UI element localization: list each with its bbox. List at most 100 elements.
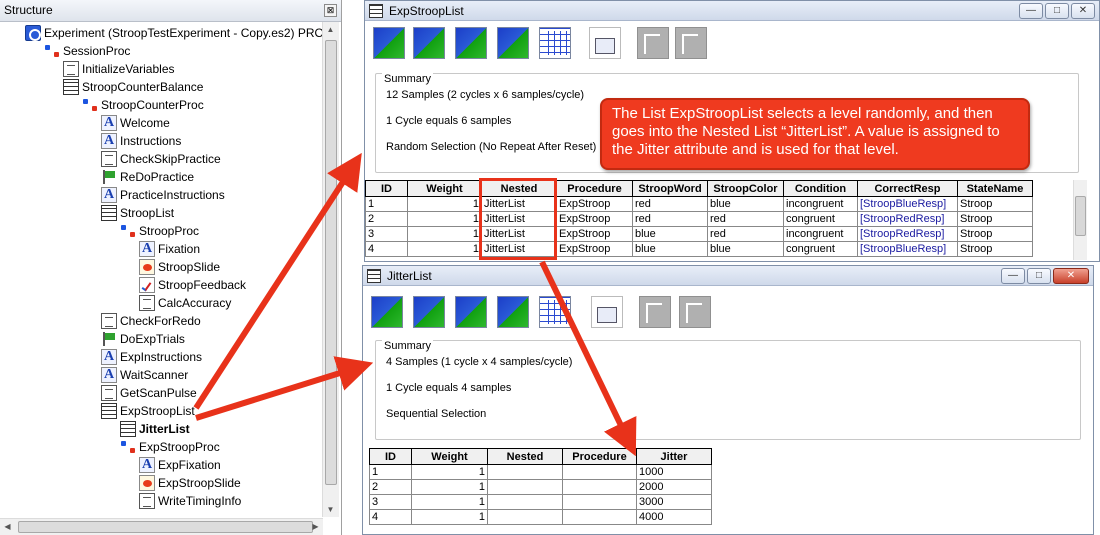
cell-procedure[interactable]: ExpStroop [556, 211, 633, 227]
cell-stroopcolor[interactable]: red [707, 211, 784, 227]
add-multiple-levels-icon[interactable] [413, 27, 445, 59]
column-header-weight[interactable]: Weight [411, 448, 488, 465]
close-icon[interactable]: ✕ [1053, 268, 1089, 284]
cell-weight[interactable]: 1 [407, 226, 482, 242]
scroll-down-icon[interactable]: ▼ [323, 502, 338, 517]
tree-node-strooplist[interactable]: StroopList [101, 203, 174, 221]
cell-jitter[interactable]: 1000 [636, 464, 712, 480]
tree-node-getscanpulse[interactable]: GetScanPulse [101, 383, 197, 401]
cell-weight[interactable]: 1 [411, 479, 488, 495]
minimize-icon[interactable]: — [1001, 268, 1025, 284]
properties-icon[interactable] [591, 296, 623, 328]
cell-id[interactable]: 4 [369, 509, 412, 525]
cell-id[interactable]: 2 [365, 211, 408, 227]
table-row[interactable]: 1 1 1000 [369, 464, 712, 480]
scroll-left-icon[interactable]: ◀ [0, 519, 15, 534]
tree-node-waitscanner[interactable]: WaitScanner [101, 365, 188, 383]
close-icon[interactable]: ⊠ [324, 4, 337, 17]
add-level-icon[interactable] [371, 296, 403, 328]
add-attribute-icon[interactable] [455, 296, 487, 328]
cell-id[interactable]: 2 [369, 479, 412, 495]
tree-node-writetiminginfo[interactable]: WriteTimingInfo [139, 491, 241, 509]
cell-correctresp[interactable]: [StroopRedResp] [857, 226, 958, 242]
cell-statename[interactable]: Stroop [957, 226, 1033, 242]
tree-node-checkforredo[interactable]: CheckForRedo [101, 311, 201, 329]
cell-correctresp[interactable]: [StroopBlueResp] [857, 196, 958, 212]
cell-weight[interactable]: 1 [411, 464, 488, 480]
tree-node-stroopproc[interactable]: StroopProc [120, 221, 199, 239]
tree-node-expstrooplist[interactable]: ExpStroopList [101, 401, 195, 419]
tree-node-calcaccuracy[interactable]: CalcAccuracy [139, 293, 231, 311]
cell-nested[interactable] [487, 509, 563, 525]
scrollbar-thumb[interactable] [18, 521, 313, 533]
cell-statename[interactable]: Stroop [957, 241, 1033, 257]
maximize-icon[interactable]: □ [1045, 3, 1069, 19]
tree-node-jitterlist[interactable]: JitterList [120, 419, 190, 437]
cell-statename[interactable]: Stroop [957, 196, 1033, 212]
add-attribute-icon[interactable] [455, 27, 487, 59]
cell-weight[interactable]: 1 [411, 494, 488, 510]
cell-weight[interactable]: 1 [407, 196, 482, 212]
tree-node-practiceinstructions[interactable]: PracticeInstructions [101, 185, 225, 203]
cell-procedure[interactable]: ExpStroop [556, 196, 633, 212]
add-multiple-attributes-icon[interactable] [497, 27, 529, 59]
cell-id[interactable]: 3 [365, 226, 408, 242]
column-header-nested[interactable]: Nested [487, 448, 563, 465]
column-header-jitter[interactable]: Jitter [636, 448, 712, 465]
tree-node-sessionproc[interactable]: SessionProc [44, 41, 130, 59]
table-row[interactable]: 2 1 2000 [369, 479, 712, 495]
tree-node-experiment-strooptestexperiment-copy-es2-prof[interactable]: Experiment (StroopTestExperiment - Copy.… [25, 23, 323, 41]
cell-stroopword[interactable]: blue [632, 241, 708, 257]
tree-node-expfixation[interactable]: ExpFixation [139, 455, 221, 473]
cell-procedure[interactable] [562, 509, 637, 525]
cell-jitter[interactable]: 4000 [636, 509, 712, 525]
tree-node-welcome[interactable]: Welcome [101, 113, 170, 131]
minimize-icon[interactable]: — [1019, 3, 1043, 19]
cell-statename[interactable]: Stroop [957, 211, 1033, 227]
table-row[interactable]: 2 1 JitterList ExpStroop red red congruent [Str… [365, 211, 1033, 227]
add-multiple-attributes-icon[interactable] [497, 296, 529, 328]
close-icon[interactable]: ✕ [1071, 3, 1095, 19]
cell-correctresp[interactable]: [StroopBlueResp] [857, 241, 958, 257]
cell-nested[interactable] [487, 464, 563, 480]
grid-view-icon[interactable] [539, 296, 571, 328]
cell-stroopword[interactable]: blue [632, 226, 708, 242]
cell-procedure[interactable] [562, 479, 637, 495]
cell-id[interactable]: 4 [365, 241, 408, 257]
cell-correctresp[interactable]: [StroopRedResp] [857, 211, 958, 227]
cell-procedure[interactable]: ExpStroop [556, 226, 633, 242]
table-row[interactable]: 3 1 3000 [369, 494, 712, 510]
column-header-weight[interactable]: Weight [407, 180, 482, 197]
cell-jitter[interactable]: 2000 [636, 479, 712, 495]
column-header-stroopcolor[interactable]: StroopColor [707, 180, 784, 197]
structure-vertical-scrollbar[interactable]: ▲ ▼ [322, 22, 339, 517]
cell-procedure[interactable] [562, 464, 637, 480]
tree-node-stroopslide[interactable]: StroopSlide [139, 257, 220, 275]
scroll-up-icon[interactable]: ▲ [323, 22, 338, 37]
structure-horizontal-scrollbar[interactable]: ◀ ▶ [0, 518, 323, 535]
column-header-id[interactable]: ID [365, 180, 408, 197]
cell-nested[interactable] [487, 494, 563, 510]
cell-jitter[interactable]: 3000 [636, 494, 712, 510]
tree-node-initializevariables[interactable]: InitializeVariables [63, 59, 175, 77]
cell-stroopcolor[interactable]: red [707, 226, 784, 242]
tree-node-expstroopproc[interactable]: ExpStroopProc [120, 437, 220, 455]
cell-id[interactable]: 1 [365, 196, 408, 212]
scrollbar-thumb[interactable] [1075, 196, 1086, 236]
tree-node-stroopfeedback[interactable]: StroopFeedback [139, 275, 246, 293]
cell-stroopword[interactable]: red [632, 196, 708, 212]
cell-procedure[interactable]: ExpStroop [556, 241, 633, 257]
column-header-id[interactable]: ID [369, 448, 412, 465]
cell-stroopcolor[interactable]: blue [707, 196, 784, 212]
cell-id[interactable]: 1 [369, 464, 412, 480]
tree-node-checkskippractice[interactable]: CheckSkipPractice [101, 149, 221, 167]
cell-stroopcolor[interactable]: blue [707, 241, 784, 257]
table-row[interactable]: 3 1 JitterList ExpStroop blue red incongruent[… [365, 226, 1033, 242]
column-header-statename[interactable]: StateName [957, 180, 1033, 197]
cell-condition[interactable]: congruent [783, 211, 858, 227]
grid-view-icon[interactable] [539, 27, 571, 59]
add-level-icon[interactable] [373, 27, 405, 59]
tree-node-instructions[interactable]: Instructions [101, 131, 181, 149]
column-header-correctresp[interactable]: CorrectResp [857, 180, 958, 197]
column-header-procedure[interactable]: Procedure [562, 448, 637, 465]
